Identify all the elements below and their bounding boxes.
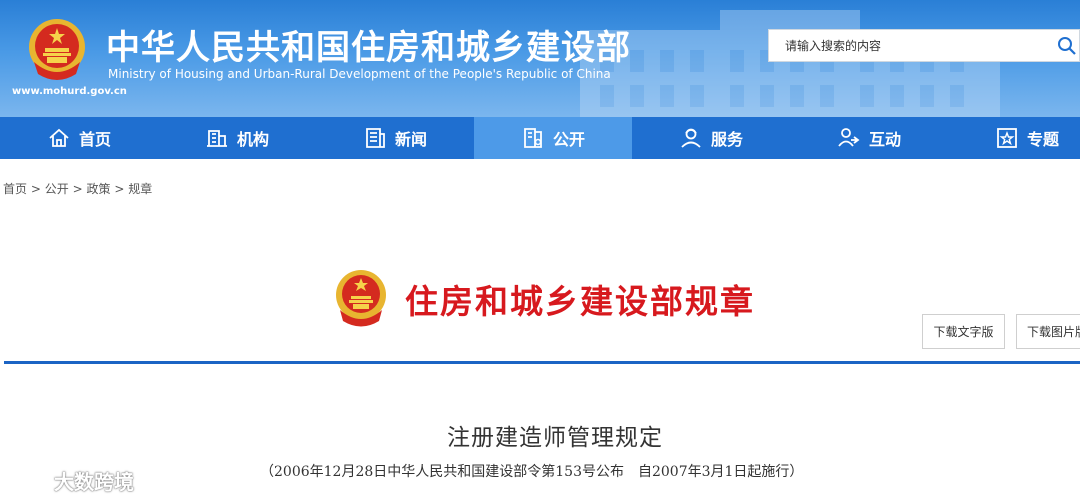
watermark: 大数跨境 xyxy=(6,466,134,495)
nav-item-interaction[interactable]: 互动 xyxy=(790,117,948,159)
nav-label: 机构 xyxy=(236,130,269,149)
disclosure-icon xyxy=(524,128,542,148)
search-icon[interactable] xyxy=(1057,36,1077,56)
nav-item-home[interactable]: 首页 xyxy=(0,117,158,159)
nav-item-news[interactable]: 新闻 xyxy=(316,117,474,159)
nav-label: 服务 xyxy=(710,130,743,149)
nav-label: 互动 xyxy=(868,130,901,149)
site-header: www.mohurd.gov.cn 中华人民共和国住房和城乡建设部 Minist… xyxy=(0,0,1080,117)
breadcrumb-separator: > xyxy=(30,182,41,196)
watermark-logo-icon xyxy=(7,471,49,490)
main-nav: 首页 机构 新闻 公开 服务 互动 专题 xyxy=(0,117,1080,159)
nav-label: 首页 xyxy=(78,130,111,149)
nav-item-disclosure[interactable]: 公开 xyxy=(474,117,632,159)
national-emblem-icon xyxy=(336,270,386,327)
search-box xyxy=(768,29,1080,62)
nav-label: 新闻 xyxy=(394,130,427,149)
building-icon xyxy=(206,130,227,147)
nav-item-topics[interactable]: 专题 xyxy=(948,117,1080,159)
breadcrumb-separator: > xyxy=(114,182,125,196)
download-image-button[interactable]: 下载图片版 xyxy=(1016,314,1080,349)
document-title: 注册建造师管理规定 xyxy=(447,425,663,451)
site-subtitle: Ministry of Housing and Urban-Rural Deve… xyxy=(108,67,611,81)
nav-label: 公开 xyxy=(552,130,585,149)
breadcrumb-policy[interactable]: 政策 xyxy=(86,180,110,197)
title-divider xyxy=(4,361,1080,364)
national-emblem-icon xyxy=(29,19,85,80)
document-meta: （2006年12月28日中华人民共和国建设部令第153号公布 自2007年3月1… xyxy=(260,464,804,480)
nav-item-institutions[interactable]: 机构 xyxy=(158,117,316,159)
breadcrumb-regulations[interactable]: 规章 xyxy=(128,180,152,197)
nav-item-service[interactable]: 服务 xyxy=(632,117,790,159)
breadcrumb-separator: > xyxy=(72,182,83,196)
site-url[interactable]: www.mohurd.gov.cn xyxy=(12,86,127,97)
nav-label: 专题 xyxy=(1026,130,1059,149)
site-title[interactable]: 中华人民共和国住房和城乡建设部 xyxy=(106,20,631,69)
breadcrumb-home[interactable]: 首页 xyxy=(3,180,27,197)
page-title: 住房和城乡建设部规章 xyxy=(405,282,755,321)
search-input[interactable] xyxy=(783,38,1037,54)
breadcrumb-disclosure[interactable]: 公开 xyxy=(45,180,69,197)
watermark-text: 大数跨境 xyxy=(54,470,134,494)
download-text-button[interactable]: 下载文字版 xyxy=(922,314,1005,349)
service-icon xyxy=(681,128,701,148)
home-icon xyxy=(49,128,69,147)
topic-icon xyxy=(997,128,1017,148)
interaction-icon xyxy=(838,128,860,147)
breadcrumb: 首页 > 公开 > 政策 > 规章 xyxy=(3,180,152,197)
news-icon xyxy=(366,128,385,148)
